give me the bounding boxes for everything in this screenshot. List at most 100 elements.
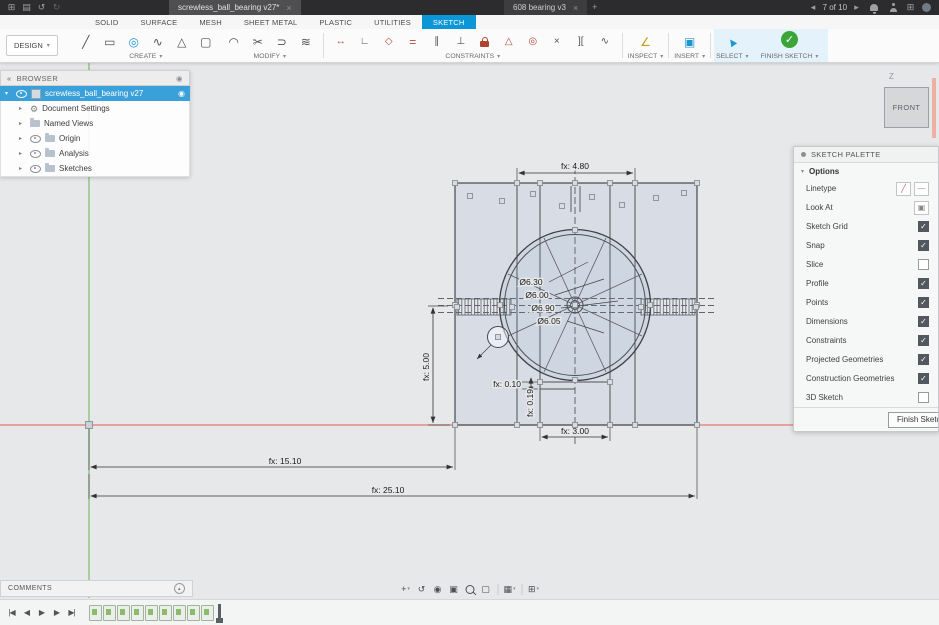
user-icon[interactable] [889, 3, 898, 12]
tab-sketch[interactable]: SKETCH [422, 15, 476, 29]
concentric-constraint-icon[interactable]: ◎ [521, 31, 545, 52]
visibility-eye-icon[interactable] [30, 165, 41, 173]
timeline-marker[interactable] [218, 604, 221, 622]
browser-item-sketches[interactable]: ▸ Sketches [0, 161, 190, 177]
comments-panel[interactable]: COMMENTS ▴ [0, 580, 193, 597]
fit-icon[interactable]: ▢ [478, 582, 493, 597]
fillet-tool-icon[interactable]: ◠ [222, 31, 246, 52]
chevron-right-icon[interactable]: ▸ [19, 135, 26, 142]
document-tab-inactive[interactable]: 608 bearing v3 × [504, 0, 587, 15]
select-cursor-icon[interactable]: ▲ [720, 31, 744, 52]
slot-tool-icon[interactable]: ▢ [194, 31, 218, 52]
profile-checkbox[interactable] [918, 278, 929, 289]
tab-utilities[interactable]: UTILITIES [363, 15, 422, 29]
dim-gap-small[interactable]: fx: 0.10 [493, 379, 521, 389]
chevron-right-icon[interactable]: ▸ [19, 120, 26, 127]
timeline-feature[interactable] [89, 605, 102, 621]
dim-dia-groove[interactable]: Ø6.00 [525, 290, 548, 300]
chevron-right-icon[interactable]: ▸ [19, 105, 26, 112]
tab-sheet-metal[interactable]: SHEET METAL [233, 15, 309, 29]
timeline-feature[interactable] [131, 605, 144, 621]
timeline-feature[interactable] [145, 605, 158, 621]
move-tool-icon[interactable]: ≋ [294, 31, 318, 52]
insert-menu[interactable]: INSERT ▾ [674, 53, 705, 61]
solid-linetype-icon[interactable]: — [914, 182, 929, 196]
dim-dia-bore[interactable]: Ø6.05 [537, 316, 560, 326]
app-grid-icon[interactable]: ⊞ [4, 0, 19, 15]
curvature-constraint-icon[interactable]: ∿ [593, 31, 617, 52]
tangent-constraint-icon[interactable]: △ [497, 31, 521, 52]
insert-tool-icon[interactable]: ▣ [678, 31, 702, 52]
browser-root-item[interactable]: ▾ screwless_ball_bearing v27 ◉ [0, 86, 190, 101]
line-tool-icon[interactable]: ╱ [74, 31, 98, 52]
dim-dia-race[interactable]: Ø6.90 [531, 303, 554, 313]
timeline-feature[interactable] [173, 605, 186, 621]
timeline-feature[interactable] [117, 605, 130, 621]
horizontal-vertical-constraint-icon[interactable]: ∟ [353, 31, 377, 52]
offset-tool-icon[interactable]: ⊃ [270, 31, 294, 52]
palette-options-section[interactable]: ▾ Options [794, 163, 938, 179]
constraints-menu[interactable]: CONSTRAINTS ▾ [329, 53, 617, 61]
save-icon[interactable]: ▤ [19, 0, 34, 15]
redo-icon[interactable]: ↻ [49, 0, 64, 15]
dim-dia-outer[interactable]: Ø6.30 [519, 277, 542, 287]
prev-doc-icon[interactable]: ◂ [806, 0, 821, 15]
dim-top-width[interactable]: fx: 4.80 [561, 161, 589, 171]
viewcube[interactable]: Z FRONT [881, 70, 937, 144]
collapse-icon[interactable]: « [7, 74, 12, 83]
dim-mid-width[interactable]: fx: 15.10 [269, 456, 302, 466]
visibility-eye-icon[interactable] [30, 150, 41, 158]
inspect-menu[interactable]: INSPECT ▾ [628, 53, 663, 61]
dimensions-checkbox[interactable] [918, 316, 929, 327]
circle-tool-icon[interactable]: ◎ [122, 31, 146, 52]
timeline-feature[interactable] [187, 605, 200, 621]
new-tab-icon[interactable]: + [587, 0, 602, 15]
zoom-window-icon[interactable]: ▣ [446, 582, 461, 597]
modify-menu[interactable]: MODIFY ▾ [222, 53, 318, 61]
browser-item-origin[interactable]: ▸ Origin [0, 131, 190, 146]
orbit-icon[interactable]: ↺ [414, 582, 429, 597]
viewcube-front-face[interactable]: FRONT [884, 87, 929, 128]
timeline-play-button[interactable]: ▶ [34, 605, 49, 621]
close-icon[interactable]: × [286, 3, 291, 13]
browser-header[interactable]: « BROWSER ◉ [0, 70, 190, 86]
spline-tool-icon[interactable]: ∿ [146, 31, 170, 52]
construction-geometries-checkbox[interactable] [918, 373, 929, 384]
avatar[interactable] [922, 3, 931, 12]
look-at-icon[interactable]: ◉ [430, 582, 445, 597]
close-icon[interactable]: × [573, 3, 578, 13]
browser-item-document-settings[interactable]: ▸ ⚙ Document Settings [0, 101, 190, 116]
timeline-step-forward-button[interactable]: ▶ [49, 605, 64, 621]
polygon-tool-icon[interactable]: △ [170, 31, 194, 52]
document-tab-active[interactable]: screwless_ball_bearing v27* × [169, 0, 301, 15]
measure-tool-icon[interactable]: ∠ [634, 31, 658, 52]
equal-constraint-icon[interactable]: = [401, 31, 425, 52]
tab-mesh[interactable]: MESH [188, 15, 232, 29]
apps-icon[interactable]: ⊞ [903, 0, 918, 15]
next-doc-icon[interactable]: ▸ [849, 0, 864, 15]
points-checkbox[interactable] [918, 297, 929, 308]
finish-sketch-icon[interactable]: ✓ [781, 31, 798, 48]
tab-plastic[interactable]: PLASTIC [308, 15, 363, 29]
visibility-eye-icon[interactable] [30, 135, 41, 143]
projected-geometries-checkbox[interactable] [918, 354, 929, 365]
browser-item-analysis[interactable]: ▸ Analysis [0, 146, 190, 161]
visibility-eye-icon[interactable] [16, 90, 27, 98]
tab-solid[interactable]: SOLID [84, 15, 130, 29]
display-settings-icon[interactable]: ▦▾ [502, 582, 517, 597]
design-menu[interactable]: DESIGN ▾ [6, 35, 58, 56]
dim-overall-width[interactable]: fx: 25.10 [372, 485, 405, 495]
sketch-grid-checkbox[interactable] [918, 221, 929, 232]
tab-surface[interactable]: SURFACE [130, 15, 189, 29]
dim-gap-tiny[interactable]: fx: 0.19 [525, 389, 535, 417]
chevron-down-icon[interactable]: ▾ [5, 90, 12, 97]
drag-handle-icon[interactable] [801, 152, 806, 157]
expand-icon[interactable]: ▴ [174, 583, 185, 594]
select-menu[interactable]: SELECT ▾ [716, 53, 748, 61]
isolate-icon[interactable]: ◉ [178, 89, 185, 98]
dim-left-height[interactable]: fx: 5.00 [421, 353, 431, 381]
trim-tool-icon[interactable]: ✂ [246, 31, 270, 52]
coincident-constraint-icon[interactable]: ◇ [377, 31, 401, 52]
undo-icon[interactable]: ↺ [34, 0, 49, 15]
notifications-icon[interactable] [870, 4, 878, 11]
